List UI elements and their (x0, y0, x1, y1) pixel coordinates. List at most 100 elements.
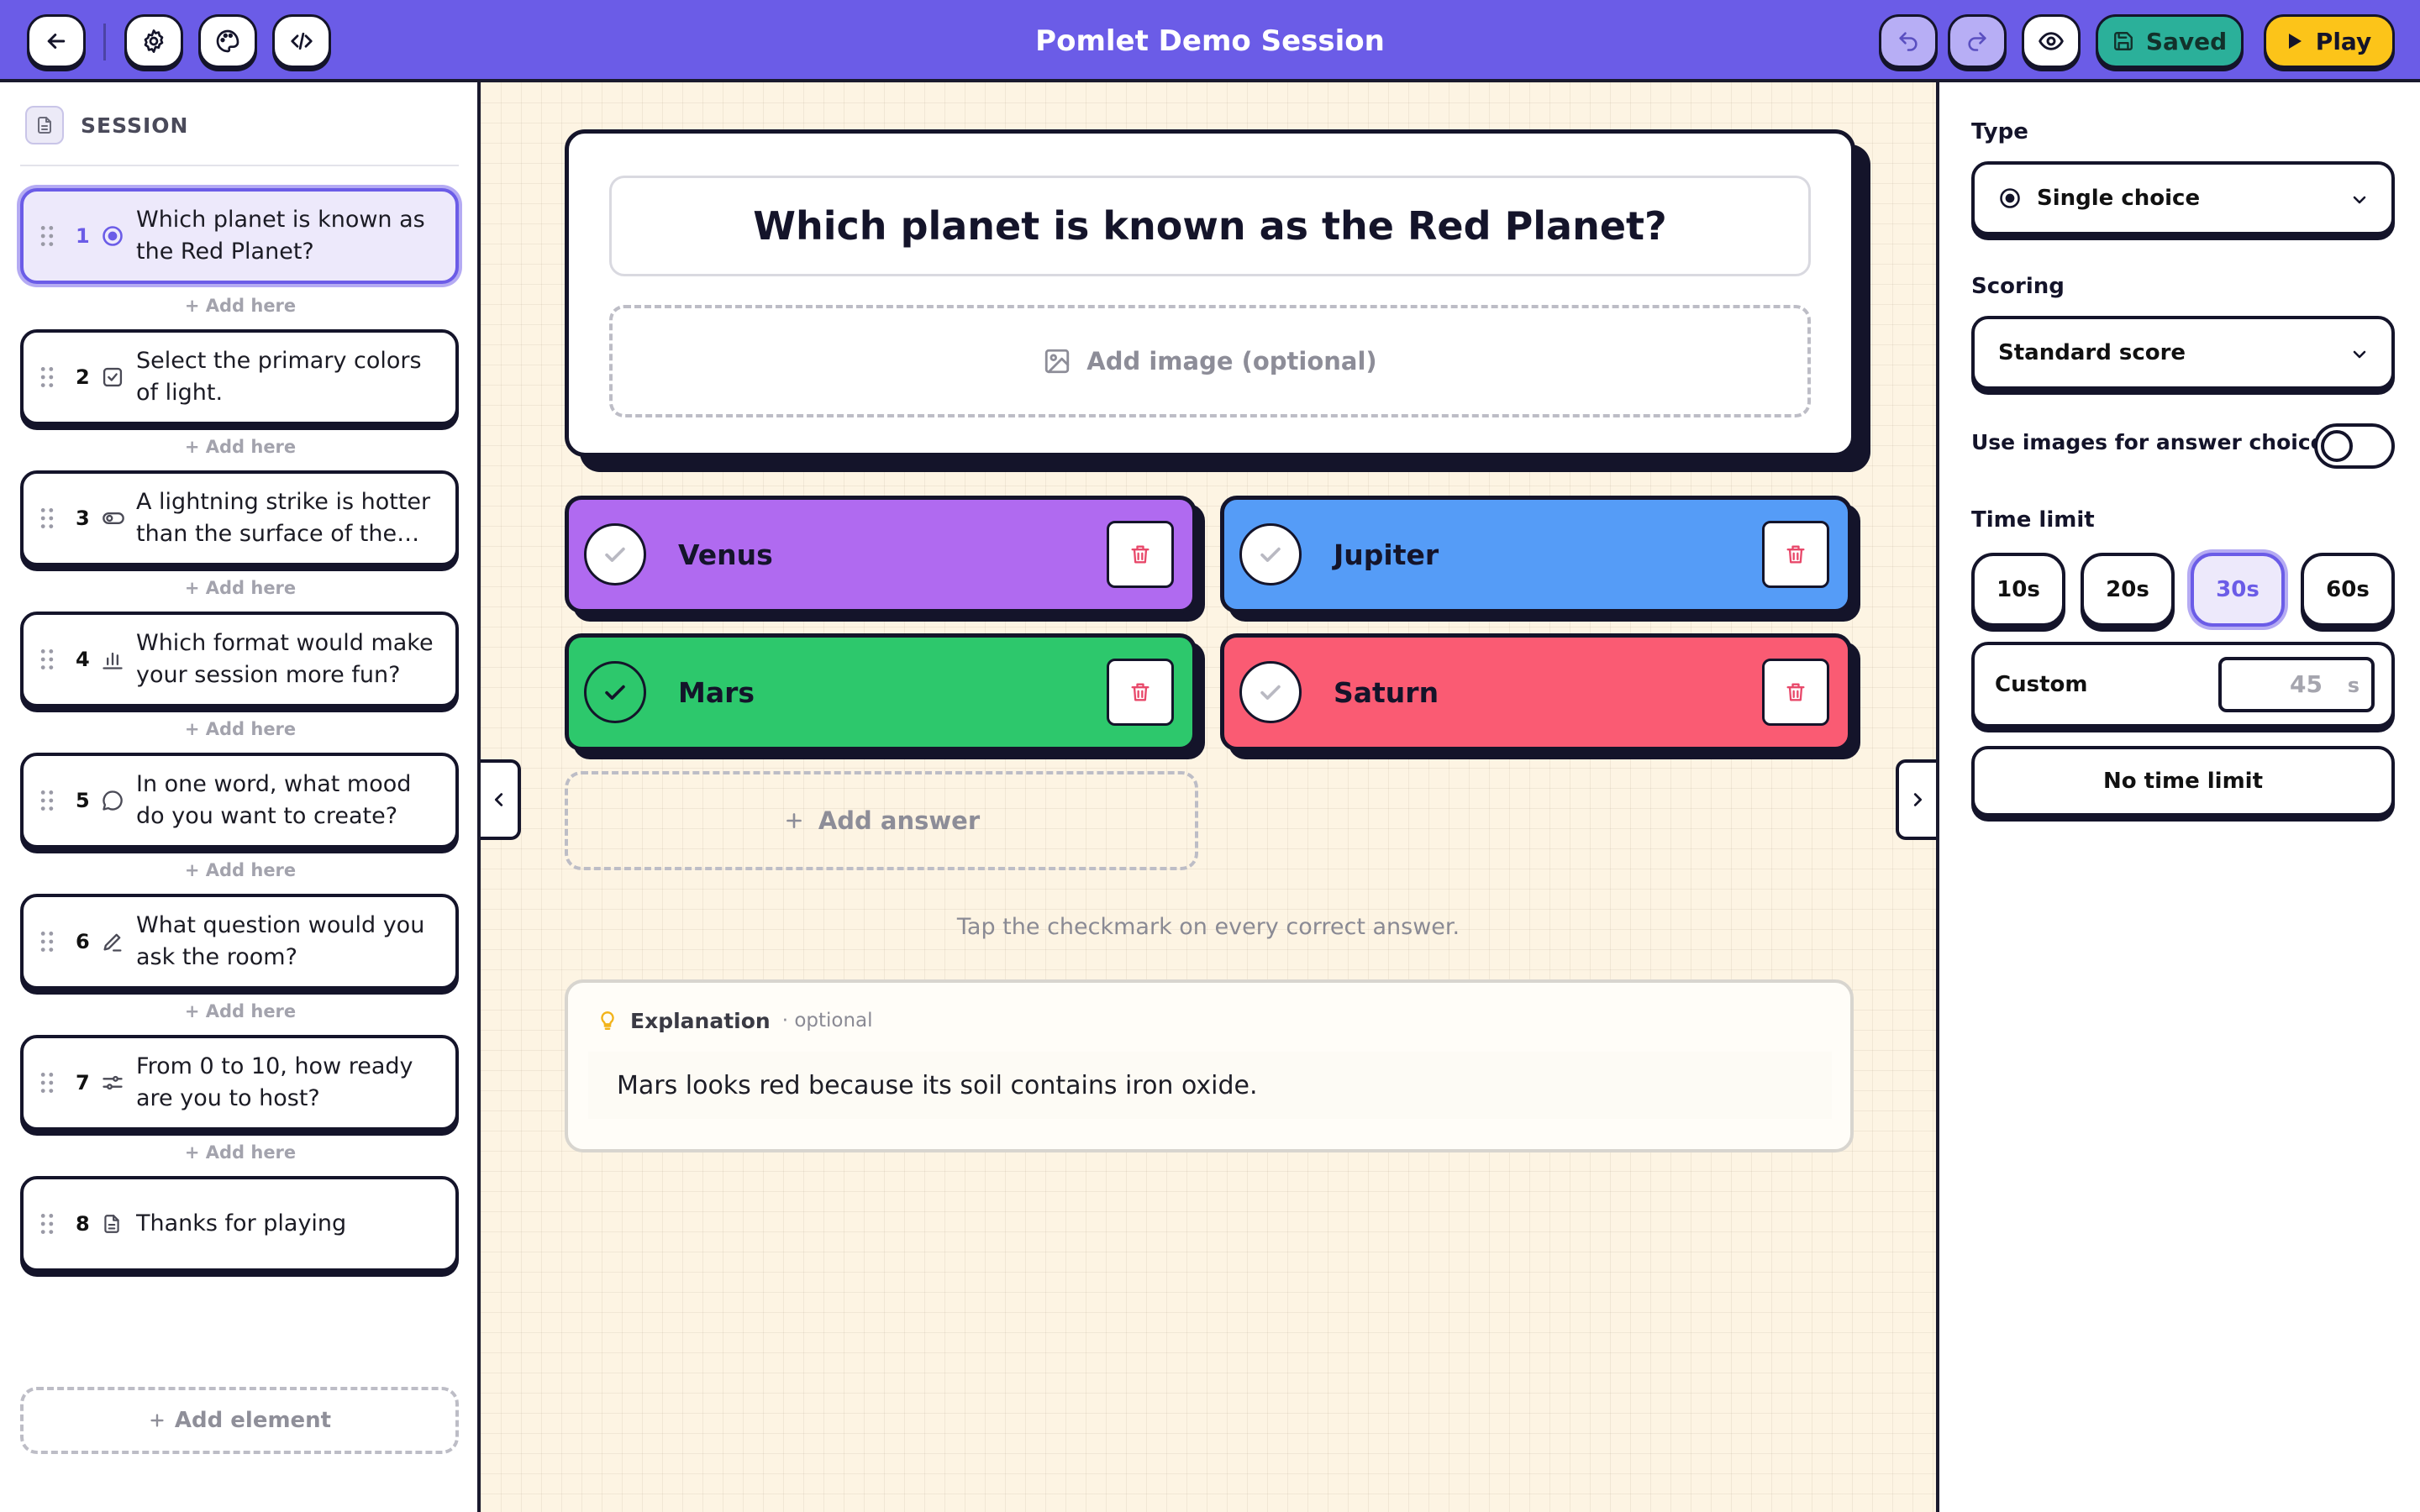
slide-title: In one word, what mood do you want to cr… (136, 771, 412, 829)
images-toggle-label: Use images for answer choices (1971, 430, 2338, 454)
play-label: Play (2315, 27, 2372, 55)
mark-correct-toggle[interactable] (1239, 661, 1302, 723)
delete-answer-button[interactable] (1762, 659, 1829, 726)
checkmark-icon (601, 540, 629, 569)
settings-panel: Type Single choice Scoring Standard scor… (1936, 82, 2420, 1512)
bar-chart-icon (101, 648, 136, 671)
trash-icon (1128, 680, 1152, 705)
slide-title: Which format would make your session mor… (136, 630, 434, 688)
answer-text-input[interactable]: Saturn (1334, 676, 1762, 709)
play-button[interactable]: Play (2264, 14, 2395, 68)
add-answer-button[interactable]: Add answer (565, 771, 1198, 870)
add-image-button[interactable]: Add image (optional) (609, 305, 1811, 417)
preview-button[interactable] (2022, 14, 2081, 68)
slide-item-3[interactable]: 3 A lightning strike is hotter than the s… (20, 470, 459, 566)
add-here-button[interactable]: + Add here (0, 860, 481, 880)
slide-title: What question would you ask the room? (136, 912, 425, 970)
redo-icon (1965, 29, 1989, 53)
eye-icon (2038, 28, 2065, 55)
slide-item-8[interactable]: 8 Thanks for playing (20, 1176, 459, 1272)
answer-text-input[interactable]: Jupiter (1334, 538, 1762, 571)
time-option-20s[interactable]: 20s (2081, 553, 2175, 627)
add-here-button[interactable]: + Add here (0, 1142, 481, 1163)
undo-button[interactable] (1879, 14, 1938, 68)
add-here-button[interactable]: + Add here (0, 1001, 481, 1021)
redo-button[interactable] (1948, 14, 2007, 68)
add-element-button[interactable]: Add element (20, 1387, 459, 1454)
slide-item-7[interactable]: 7 From 0 to 10, how ready are you to host… (20, 1035, 459, 1131)
slide-number: 8 (76, 1212, 90, 1236)
scoring-select[interactable]: Standard score (1971, 316, 2395, 390)
delete-answer-button[interactable] (1107, 521, 1174, 588)
add-here-button[interactable]: + Add here (0, 578, 481, 598)
mark-correct-toggle[interactable] (584, 661, 646, 723)
collapse-left-panel-button[interactable] (481, 759, 521, 840)
slide-title: From 0 to 10, how ready are you to host? (136, 1053, 413, 1111)
slide-item-6[interactable]: 6 What question would you ask the room? (20, 894, 459, 990)
divider (20, 165, 459, 166)
scoring-label: Scoring (1971, 274, 2065, 299)
drag-handle-icon[interactable] (40, 648, 76, 670)
sidebar-header: SESSION (25, 104, 188, 146)
slide-item-5[interactable]: 5 In one word, what mood do you want to c… (20, 753, 459, 848)
time-limit-label: Time limit (1971, 507, 2095, 533)
drag-handle-icon[interactable] (40, 931, 76, 953)
question-card: Which planet is known as the Red Planet?… (565, 129, 1855, 457)
time-option-60s[interactable]: 60s (2301, 553, 2395, 627)
slide-title: Which planet is known as the Red Planet? (136, 207, 425, 265)
mark-correct-toggle[interactable] (584, 523, 646, 585)
slide-title: A lightning strike is hotter than the su… (136, 489, 431, 547)
explanation-input[interactable]: Mars looks red because its soil contains… (588, 1052, 1832, 1119)
answer-text-input[interactable]: Venus (678, 538, 1107, 571)
explanation-title: Explanation (630, 1008, 771, 1033)
drag-handle-icon[interactable] (40, 507, 76, 529)
custom-time-row: Custom 45 s (1971, 642, 2395, 727)
drag-handle-icon[interactable] (40, 1213, 76, 1235)
trash-icon (1128, 542, 1152, 567)
slide-number: 1 (76, 224, 90, 248)
delete-answer-button[interactable] (1107, 659, 1174, 726)
drag-handle-icon[interactable] (40, 366, 76, 388)
add-here-button[interactable]: + Add here (0, 296, 481, 316)
collapse-right-panel-button[interactable] (1896, 759, 1936, 840)
slide-item-2[interactable]: 2 Select the primary colors of light. (20, 329, 459, 425)
time-option-30s[interactable]: 30s (2191, 553, 2285, 627)
drag-handle-icon[interactable] (40, 1072, 76, 1094)
custom-time-input[interactable]: 45 s (2218, 657, 2375, 712)
slide-number: 7 (76, 1071, 90, 1095)
mark-correct-toggle[interactable] (1239, 523, 1302, 585)
radio-icon (1998, 186, 2022, 210)
time-option-10s[interactable]: 10s (1971, 553, 2065, 627)
pencil-icon (101, 930, 136, 953)
answer-text-input[interactable]: Mars (678, 676, 1107, 709)
saved-status-button[interactable]: Saved (2096, 14, 2244, 68)
lightbulb-icon (597, 1008, 618, 1033)
add-answer-label: Add answer (818, 806, 981, 835)
correct-answer-hint: Tap the checkmark on every correct answe… (956, 914, 1460, 940)
chevron-right-icon (1908, 790, 1927, 809)
drag-handle-icon[interactable] (40, 225, 76, 247)
checkmark-icon (1256, 678, 1285, 706)
answer-option-4: Saturn (1220, 633, 1852, 751)
no-time-limit-button[interactable]: No time limit (1971, 746, 2395, 816)
undo-icon (1897, 29, 1920, 53)
slide-number: 6 (76, 930, 90, 953)
add-here-button[interactable]: + Add here (0, 719, 481, 739)
custom-time-label: Custom (1995, 672, 2088, 697)
add-here-button[interactable]: + Add here (0, 437, 481, 457)
answer-option-3: Mars (565, 633, 1197, 751)
drag-handle-icon[interactable] (40, 790, 76, 811)
checkmark-icon (1256, 540, 1285, 569)
type-label: Type (1971, 119, 2028, 144)
answer-option-2: Jupiter (1220, 496, 1852, 613)
delete-answer-button[interactable] (1762, 521, 1829, 588)
question-input[interactable]: Which planet is known as the Red Planet? (609, 176, 1811, 276)
explanation-header: Explanation · optional (597, 1008, 873, 1033)
slides-sidebar: SESSION 1 Which planet is known as the Re… (0, 82, 481, 1512)
explanation-box: Explanation · optional Mars looks red be… (565, 979, 1854, 1152)
slide-item-4[interactable]: 4 Which format would make your session mo… (20, 612, 459, 707)
slide-item-1[interactable]: 1 Which planet is known as the Red Planet… (20, 188, 459, 284)
type-select[interactable]: Single choice (1971, 161, 2395, 235)
slide-title: Select the primary colors of light. (136, 348, 422, 406)
images-toggle[interactable] (2314, 423, 2395, 469)
